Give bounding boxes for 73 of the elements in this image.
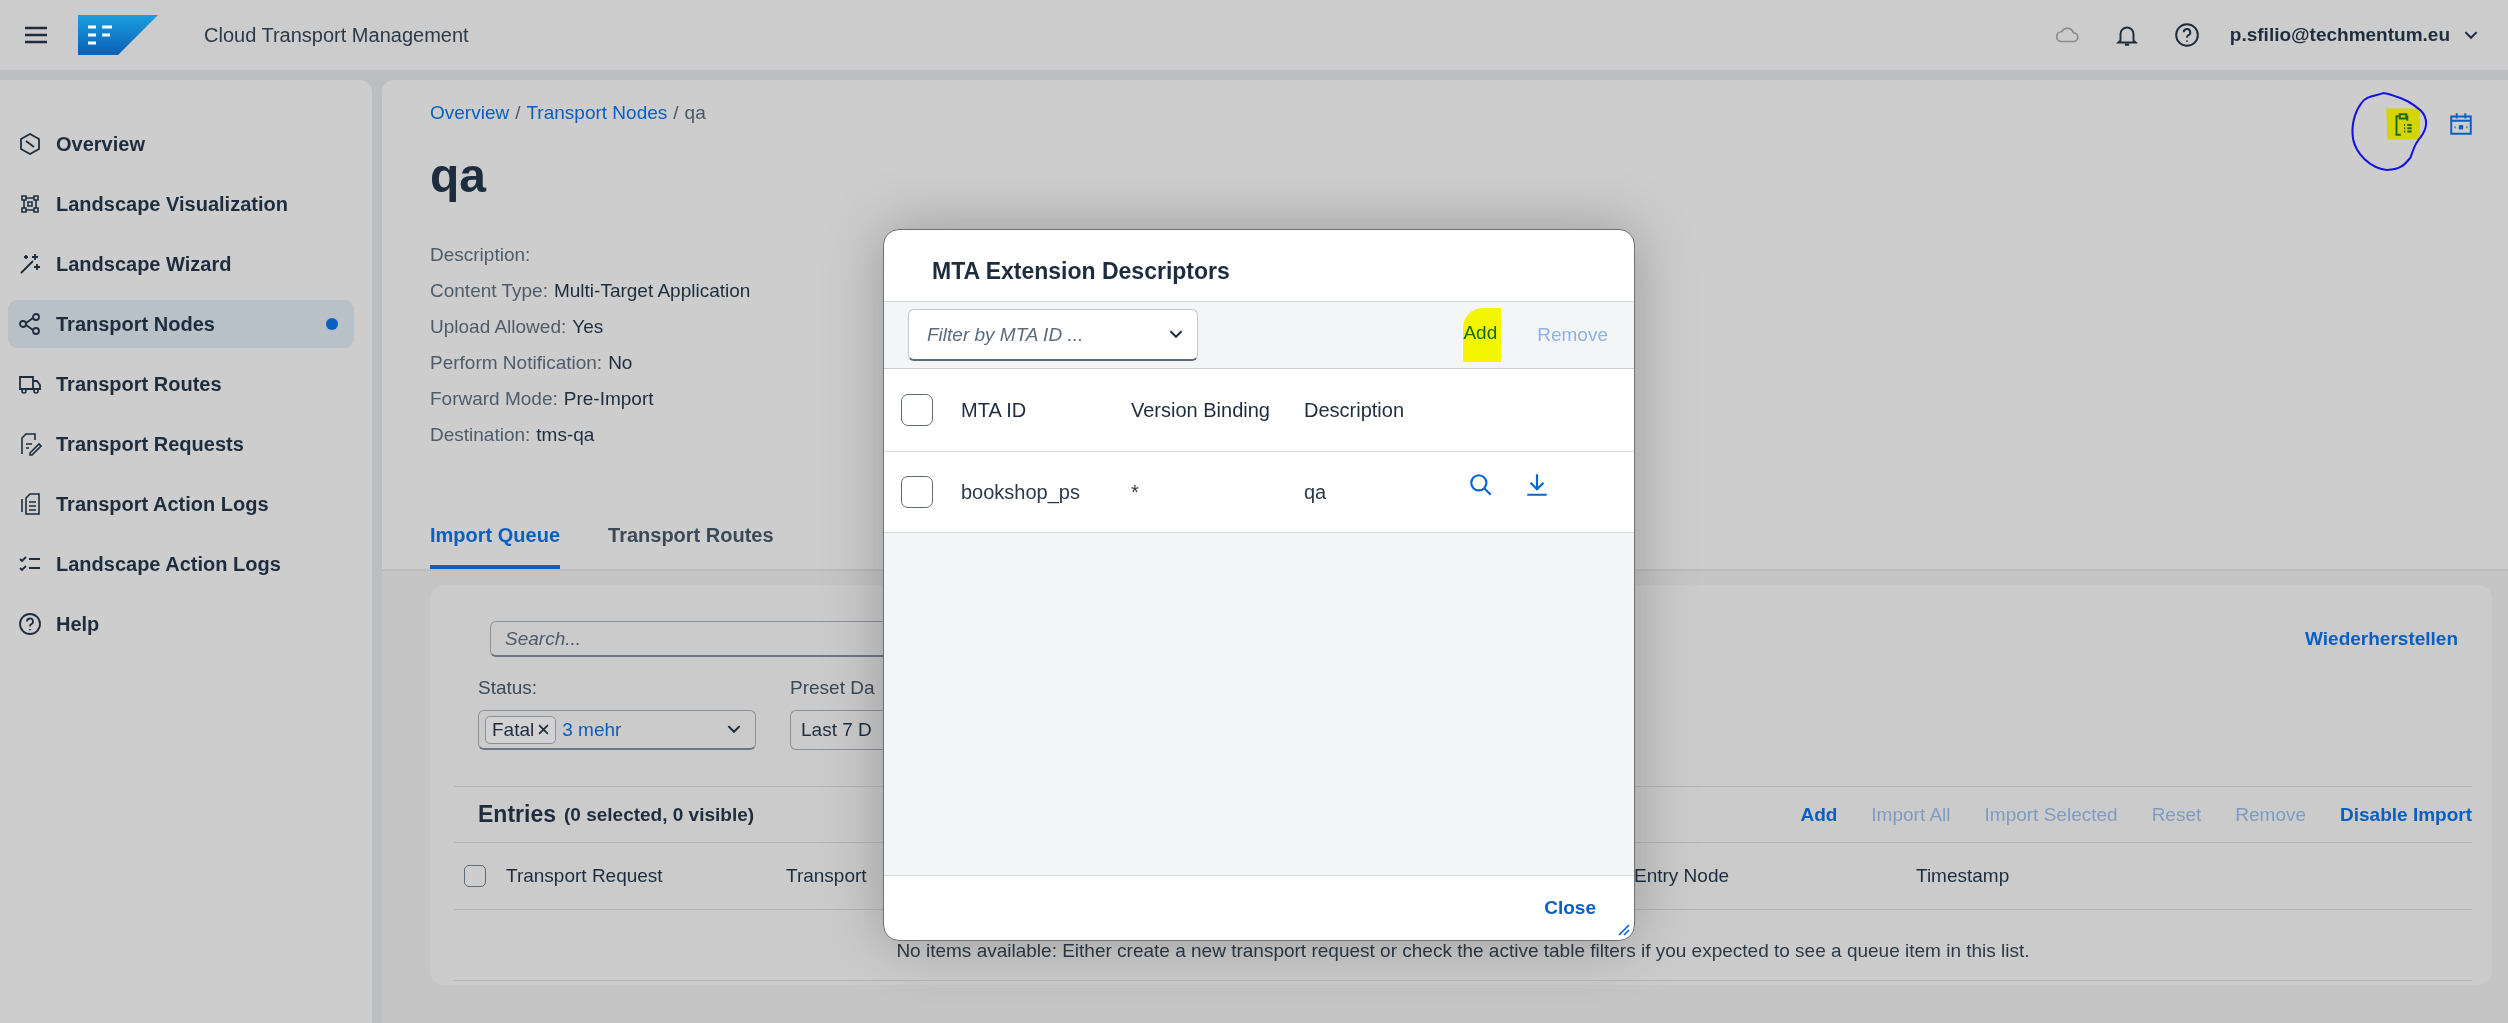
download-icon[interactable] (1524, 472, 1550, 498)
hexagon-icon (18, 132, 42, 156)
nav-item[interactable]: Transport Nodes (8, 300, 354, 348)
breadcrumb-current: qa (684, 102, 706, 124)
tab[interactable]: Transport Routes (608, 524, 774, 569)
nav-item[interactable]: Overview (8, 120, 354, 168)
column-header: Timestamp (1916, 865, 2010, 887)
nav-item[interactable]: Landscape Action Logs (8, 540, 354, 588)
checkbox[interactable] (901, 394, 933, 426)
column-header: Transport Request (506, 865, 663, 887)
checkbox[interactable] (901, 476, 933, 508)
logo-icon[interactable] (78, 15, 158, 55)
column-header: Description (1304, 398, 1405, 422)
attribute-value: Yes (572, 316, 604, 338)
documents-icon (18, 492, 42, 516)
attribute-value: tms-qa (536, 424, 595, 446)
attribute-label: Forward Mode: (430, 388, 558, 410)
table-cell: * (1131, 480, 1139, 504)
attribute-label: Perform Notification: (430, 352, 603, 374)
magic-wand-icon (18, 252, 42, 276)
attribute-value: No (608, 352, 633, 374)
attribute-label: Destination: (430, 424, 531, 446)
filter-token[interactable]: Fatal (485, 715, 557, 744)
nav-item[interactable]: Help (8, 600, 354, 648)
breadcrumb-link[interactable]: Overview (430, 102, 510, 124)
filter-select[interactable]: Filter by MTA ID ... (908, 309, 1198, 361)
menu-icon[interactable] (24, 25, 48, 45)
chevron-down-icon (2464, 30, 2478, 40)
attribute-label: Upload Allowed: (430, 316, 567, 338)
nav-item[interactable]: Landscape Visualization (8, 180, 354, 228)
breadcrumb-separator: / (515, 102, 521, 124)
selection-dot (326, 318, 338, 330)
toolbar-button[interactable]: Add (1800, 803, 1838, 826)
nav-item[interactable]: Landscape Wizard (8, 240, 354, 288)
nav-item[interactable]: Transport Routes (8, 360, 354, 408)
attribute-label: Description: (430, 244, 531, 266)
chevron-down-icon (1169, 330, 1183, 339)
pencil-document-icon (18, 432, 42, 456)
checkbox[interactable] (464, 865, 486, 887)
grid-icon (18, 192, 42, 216)
table-cell: qa (1304, 480, 1327, 504)
table-cell: bookshop_ps (961, 480, 1080, 504)
filter-label: Status: (478, 677, 539, 699)
breadcrumb-link[interactable]: Transport Nodes (526, 102, 668, 124)
close-icon[interactable] (538, 724, 550, 735)
column-header: Entry Node (1634, 865, 1730, 887)
more-link[interactable]: 3 mehr (562, 718, 622, 741)
nav-item[interactable]: Transport Requests (8, 420, 354, 468)
calendar-icon[interactable] (2448, 111, 2474, 137)
search-icon[interactable] (1468, 472, 1494, 498)
column-header: MTA ID (961, 398, 1027, 422)
attribute-label: Content Type: (430, 280, 548, 302)
status-select[interactable]: Fatal 3 mehr (478, 710, 756, 750)
page-title: qa (430, 152, 488, 200)
selection-count: (0 selected, 0 visible) (564, 803, 755, 826)
user-menu-button[interactable]: p.sfilio@techmentum.eu (2229, 24, 2478, 46)
chevron-down-icon (727, 725, 741, 734)
filter-label: Preset Da (790, 677, 876, 699)
resize-handle-icon[interactable] (1616, 922, 1630, 936)
breadcrumb-separator: / (673, 102, 679, 124)
attribute-value: Pre-Import (563, 388, 654, 410)
help-icon (18, 612, 42, 636)
toolbar-button[interactable]: Disable Import (2340, 803, 2472, 826)
restore-link[interactable]: Wiederherstellen (2305, 628, 2458, 650)
share-icon (18, 312, 42, 336)
column-header: Transport (786, 865, 867, 887)
nav-item[interactable]: Transport Action Logs (8, 480, 354, 528)
attribute-value: Multi-Target Application (553, 280, 751, 302)
help-icon[interactable] (2173, 22, 2200, 48)
app-title: Cloud Transport Management (204, 23, 469, 47)
column-header: Version Binding (1131, 398, 1270, 422)
toolbar-button[interactable]: Add (1463, 308, 1502, 362)
table-title: Entries (478, 801, 556, 828)
